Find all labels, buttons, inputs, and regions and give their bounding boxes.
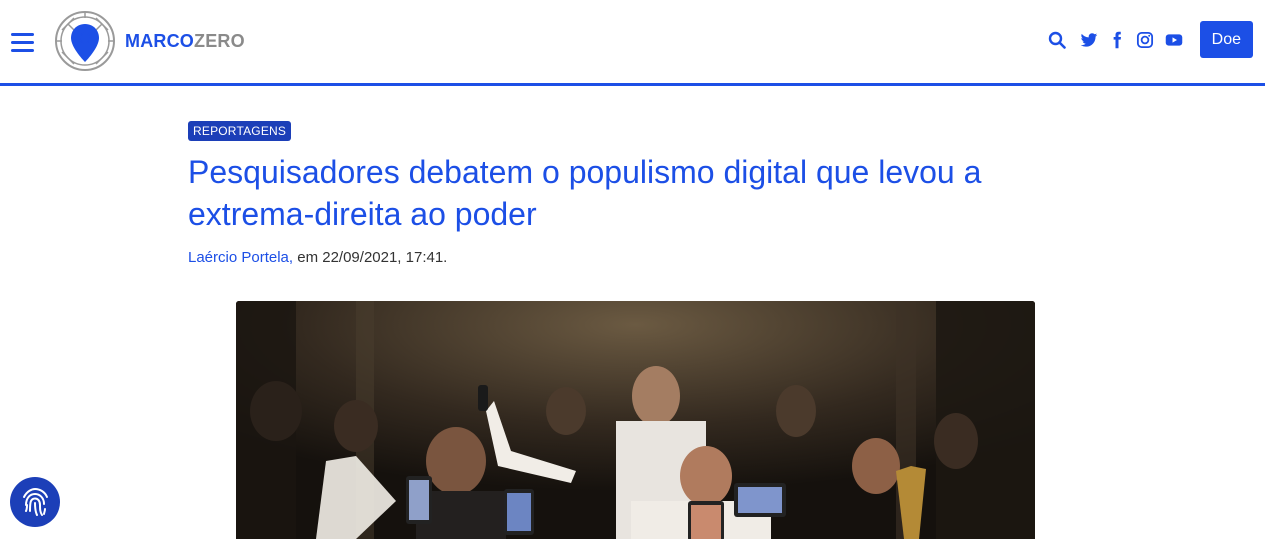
article-byline: Laércio Portela, em 22/09/2021, 17:41. <box>188 249 447 266</box>
site-logo[interactable]: MARCOZERO <box>54 10 245 72</box>
twitter-icon[interactable] <box>1080 31 1098 49</box>
header-toolbar: Doe <box>1038 21 1253 58</box>
donate-button[interactable]: Doe <box>1199 21 1253 58</box>
article-title: Pesquisadores debatem o populismo digita… <box>188 154 982 232</box>
search-icon[interactable] <box>1048 31 1066 49</box>
article-hero-image <box>236 301 1035 539</box>
category-badge[interactable]: REPORTAGENS <box>188 121 292 141</box>
accessibility-fingerprint-button[interactable] <box>10 477 60 527</box>
logo-text-zero: ZERO <box>194 30 245 51</box>
fingerprint-icon <box>23 487 48 516</box>
menu-icon[interactable] <box>11 33 34 53</box>
site-header: MARCOZERO Doe <box>0 0 1265 86</box>
facebook-icon[interactable] <box>1108 31 1126 49</box>
author-link[interactable]: Laércio Portela, <box>188 249 293 266</box>
publish-date: em 22/09/2021, 17:41. <box>293 249 448 266</box>
youtube-icon[interactable] <box>1164 31 1184 49</box>
logo-wordmark: MARCOZERO <box>125 31 245 52</box>
logo-text-marco: MARCO <box>125 30 194 51</box>
logo-mark-icon <box>55 11 115 71</box>
instagram-icon[interactable] <box>1136 31 1154 49</box>
